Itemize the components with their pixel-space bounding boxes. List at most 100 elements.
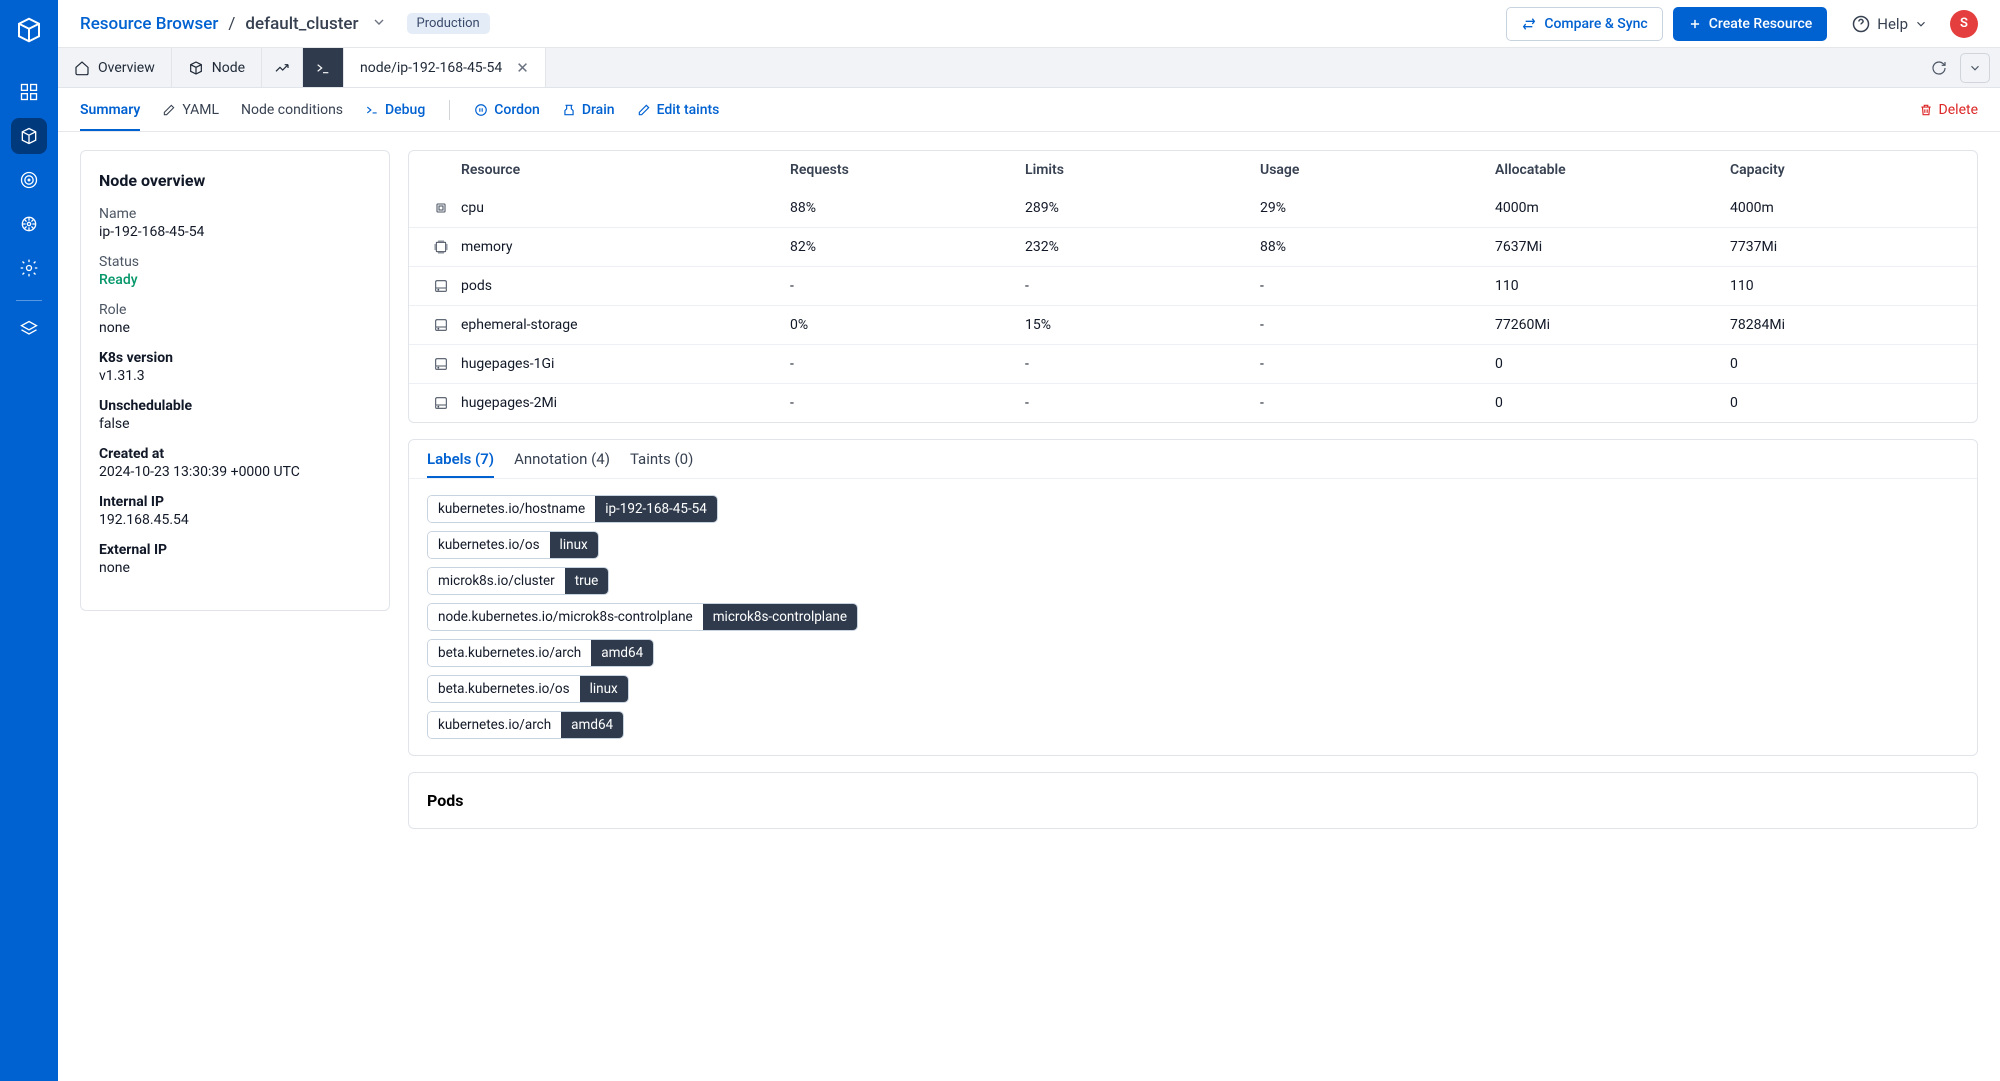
refresh-button[interactable] [1924, 53, 1954, 83]
pods-card: Pods [408, 772, 1978, 829]
create-resource-button[interactable]: Create Resource [1673, 7, 1828, 41]
helm-icon [19, 214, 39, 234]
label-value: linux [550, 532, 598, 558]
app-logo[interactable] [11, 12, 47, 48]
cell-usage: 88% [1260, 239, 1495, 255]
terminal-arrow-icon [365, 103, 379, 117]
breadcrumb-cluster: default_cluster [245, 14, 358, 34]
labeltab-labels[interactable]: Labels (7) [427, 450, 494, 478]
nav-apps[interactable] [11, 74, 47, 110]
ov-k8s-label: K8s version [99, 350, 371, 366]
action-cordon[interactable]: Cordon [474, 88, 540, 131]
swap-icon [1521, 16, 1537, 32]
main-area: Resource Browser / default_cluster Produ… [58, 0, 2000, 1081]
disk-icon [421, 278, 461, 294]
nav-divider [16, 300, 42, 301]
cell-cap: 4000m [1730, 200, 1965, 216]
cell-requests: 88% [790, 200, 1025, 216]
overview-title: Node overview [99, 171, 371, 190]
tab-metrics[interactable] [262, 48, 303, 87]
ov-extip-label: External IP [99, 542, 371, 558]
ov-role-label: Role [99, 302, 371, 318]
tab-overview[interactable]: Overview [58, 48, 172, 87]
action-delete[interactable]: Delete [1919, 102, 1978, 118]
nav-target[interactable] [11, 162, 47, 198]
cell-requests: - [790, 278, 1025, 294]
help-label: Help [1877, 15, 1908, 33]
subtab-conditions[interactable]: Node conditions [241, 88, 343, 131]
subtab-debug[interactable]: Debug [365, 88, 425, 131]
cell-alloc: 0 [1495, 395, 1730, 411]
action-drain[interactable]: Drain [562, 88, 615, 131]
cell-resource: cpu [461, 200, 790, 216]
node-overview-card: Node overview Name ip-192-168-45-54 Stat… [80, 150, 390, 611]
cell-cap: 110 [1730, 278, 1965, 294]
cell-limits: 289% [1025, 200, 1260, 216]
tab-node[interactable]: Node [172, 48, 262, 87]
grid-icon [19, 82, 39, 102]
cell-usage: - [1260, 278, 1495, 294]
col-requests: Requests [790, 162, 1025, 178]
tab-close[interactable]: ✕ [516, 59, 529, 77]
compare-sync-button[interactable]: Compare & Sync [1506, 7, 1662, 41]
nav-resource-browser[interactable] [11, 118, 47, 154]
table-row: hugepages-2Mi---00 [409, 383, 1977, 422]
subtab-summary[interactable]: Summary [80, 88, 140, 131]
col-alloc: Allocatable [1495, 162, 1730, 178]
ov-name-value: ip-192-168-45-54 [99, 224, 371, 240]
more-tabs-button[interactable] [1960, 53, 1990, 83]
table-row: pods---110110 [409, 266, 1977, 305]
resources-table: Resource Requests Limits Usage Allocatab… [408, 150, 1978, 423]
nav-settings[interactable] [11, 250, 47, 286]
cell-resource: hugepages-2Mi [461, 395, 790, 411]
action-edit-taints[interactable]: Edit taints [637, 88, 720, 131]
ov-extip-value: none [99, 560, 371, 576]
label-key: kubernetes.io/arch [428, 712, 561, 738]
subtab-yaml[interactable]: YAML [162, 88, 219, 131]
help-menu[interactable]: Help [1851, 14, 1928, 34]
label-chip: microk8s.io/clustertrue [427, 567, 609, 595]
user-avatar[interactable]: S [1950, 10, 1978, 38]
gear-icon [19, 258, 39, 278]
ov-name-label: Name [99, 206, 371, 222]
logo-icon [14, 15, 44, 45]
cell-alloc: 77260Mi [1495, 317, 1730, 333]
nav-helm[interactable] [11, 206, 47, 242]
chevron-down-icon [1914, 17, 1928, 31]
cell-resource: memory [461, 239, 790, 255]
label-chip: beta.kubernetes.io/oslinux [427, 675, 629, 703]
cell-requests: - [790, 395, 1025, 411]
labeltab-annotation[interactable]: Annotation (4) [514, 450, 610, 478]
cluster-picker[interactable] [371, 14, 387, 34]
ov-k8s-value: v1.31.3 [99, 368, 371, 384]
label-tabs: Labels (7) Annotation (4) Taints (0) [409, 440, 1977, 479]
cell-alloc: 7637Mi [1495, 239, 1730, 255]
labels-card: Labels (7) Annotation (4) Taints (0) kub… [408, 439, 1978, 756]
labels-body: kubernetes.io/hostnameip-192-168-45-54ku… [409, 479, 1977, 755]
chevron-down-icon [371, 14, 387, 30]
label-key: beta.kubernetes.io/os [428, 676, 580, 702]
tab-strip: Overview Node node/ip-192-168-45-54 ✕ [58, 48, 2000, 88]
breadcrumb-root[interactable]: Resource Browser [80, 14, 218, 34]
tab-node-detail[interactable]: node/ip-192-168-45-54 ✕ [344, 48, 546, 87]
nav-sidebar [0, 0, 58, 1081]
tab-terminal[interactable] [303, 48, 344, 87]
memory-icon [421, 239, 461, 255]
cell-usage: - [1260, 317, 1495, 333]
label-value: amd64 [561, 712, 623, 738]
ov-status-label: Status [99, 254, 371, 270]
nav-stacks[interactable] [11, 311, 47, 347]
help-icon [1851, 14, 1871, 34]
label-key: microk8s.io/cluster [428, 568, 565, 594]
ov-unsched-label: Unschedulable [99, 398, 371, 414]
cube-icon [19, 126, 39, 146]
cell-usage: - [1260, 395, 1495, 411]
label-key: beta.kubernetes.io/arch [428, 640, 591, 666]
table-row: cpu88%289%29%4000m4000m [409, 189, 1977, 227]
cell-usage: 29% [1260, 200, 1495, 216]
ov-role-value: none [99, 320, 371, 336]
breadcrumb-sep: / [228, 14, 235, 34]
labeltab-taints[interactable]: Taints (0) [630, 450, 693, 478]
cell-cap: 7737Mi [1730, 239, 1965, 255]
compare-label: Compare & Sync [1544, 16, 1647, 32]
